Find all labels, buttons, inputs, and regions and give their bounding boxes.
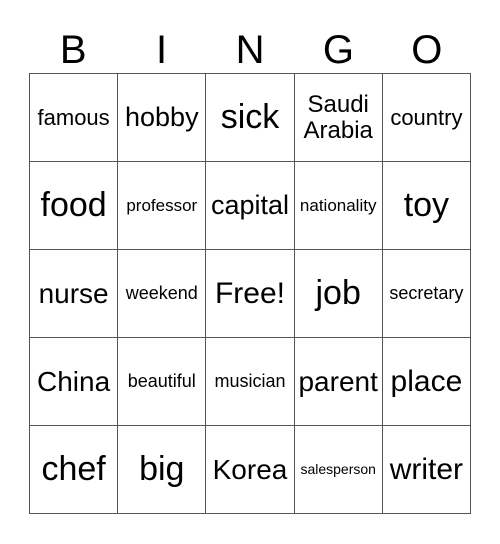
bingo-cell[interactable]: beautiful: [117, 337, 206, 425]
bingo-cell[interactable]: Saudi Arabia: [293, 73, 382, 161]
bingo-cell[interactable]: job: [293, 249, 382, 337]
bingo-grid: famous hobby sick Saudi Arabia country f…: [29, 73, 471, 514]
bingo-cell[interactable]: place: [381, 337, 470, 425]
bingo-cell[interactable]: toy: [381, 161, 470, 249]
bingo-cell[interactable]: Korea: [205, 425, 294, 513]
bingo-header: B I N G O: [29, 28, 471, 72]
bingo-cell[interactable]: China: [29, 337, 118, 425]
header-letter-n: N: [235, 28, 265, 72]
bingo-cell[interactable]: famous: [29, 73, 118, 161]
bingo-cell[interactable]: weekend: [117, 249, 206, 337]
bingo-cell[interactable]: sick: [205, 73, 294, 161]
header-letter-i: I: [156, 28, 168, 72]
bingo-cell[interactable]: chef: [29, 425, 118, 513]
bingo-cell[interactable]: hobby: [117, 73, 206, 161]
bingo-cell[interactable]: parent: [293, 337, 382, 425]
bingo-cell[interactable]: big: [117, 425, 206, 513]
header-letter-g: G: [322, 28, 354, 72]
bingo-cell[interactable]: secretary: [381, 249, 470, 337]
free-space-cell[interactable]: Free!: [205, 249, 294, 337]
bingo-cell[interactable]: food: [29, 161, 118, 249]
bingo-cell[interactable]: capital: [205, 161, 294, 249]
bingo-cell[interactable]: nationality: [293, 161, 382, 249]
bingo-cell[interactable]: musician: [205, 337, 294, 425]
bingo-cell[interactable]: nurse: [29, 249, 118, 337]
bingo-cell[interactable]: professor: [117, 161, 206, 249]
header-letter-o: O: [411, 28, 443, 72]
bingo-cell[interactable]: country: [381, 73, 470, 161]
header-letter-b: B: [59, 28, 87, 72]
bingo-cell[interactable]: writer: [381, 425, 470, 513]
bingo-cell[interactable]: salesperson: [293, 425, 382, 513]
